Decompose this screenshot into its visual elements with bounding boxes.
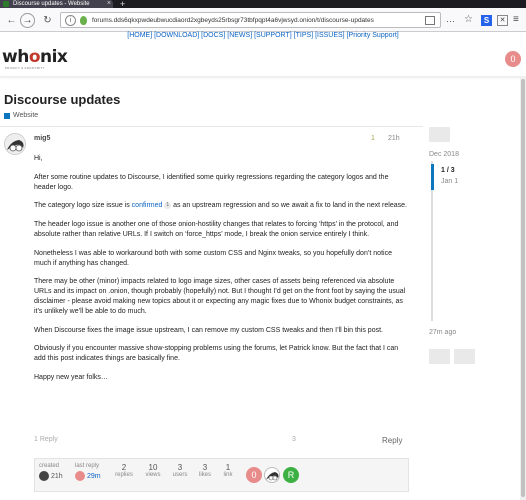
tm-last-reply: last reply 29m: [75, 463, 101, 481]
post-paragraph: Happy new year folks…: [34, 373, 108, 381]
whonix-logo[interactable]: whonix PRIVACY & ANONYMITY: [2, 48, 82, 70]
logo-o: o: [28, 47, 41, 67]
post-paragraph: After some routine updates to Discourse,…: [34, 173, 389, 191]
site-header: whonix PRIVACY & ANONYMITY 0: [0, 43, 526, 77]
views-label: views: [145, 472, 161, 478]
url-text[interactable]: forums.dds6qkxpwdeubwucdiaord2xgbeyds25r…: [92, 17, 425, 24]
category-badge[interactable]: Website: [4, 112, 38, 119]
show-replies-button[interactable]: 1 Reply: [34, 436, 58, 443]
created-time[interactable]: 21h: [51, 473, 63, 480]
timeline-position: 1 / 3: [441, 167, 455, 174]
last-reply-time[interactable]: 29m: [87, 473, 101, 480]
post-paragraph: Obviously if you encounter massive show-…: [34, 345, 399, 363]
back-button[interactable]: ←: [4, 13, 19, 28]
participant-avatar[interactable]: 0: [246, 467, 262, 483]
replies-label: replies: [115, 472, 133, 478]
tm-replies: 2 replies: [115, 463, 133, 478]
logo-suffix: nix: [40, 47, 68, 67]
info-icon[interactable]: i: [65, 14, 76, 26]
tab-close-icon[interactable]: ×: [107, 0, 111, 8]
link-tips[interactable]: [TIPS]: [294, 32, 313, 39]
topic-map: created 21h last reply 29m 2 replies 10 …: [34, 458, 409, 492]
likes-count: 3: [202, 463, 208, 472]
title-divider: [0, 126, 423, 127]
timeline-position-date: Jan 1: [441, 178, 459, 185]
likes-label: likes: [198, 472, 211, 478]
post-body: Hi, After some routine updates to Discou…: [34, 154, 409, 392]
hamburger-menu-icon[interactable]: ≡: [513, 14, 519, 25]
forward-button[interactable]: →: [20, 13, 35, 28]
timeline-last-ago[interactable]: 27m ago: [429, 329, 456, 336]
like-count[interactable]: 3: [292, 436, 296, 443]
timeline-button[interactable]: [429, 349, 450, 364]
links-label: link: [223, 472, 233, 478]
views-count: 10: [148, 463, 158, 472]
links-count: 1: [225, 463, 231, 472]
post-paragraph: There may be other (minor) impacts relat…: [34, 278, 406, 315]
link-news[interactable]: [NEWS]: [227, 32, 252, 39]
reload-button[interactable]: ↻: [40, 13, 55, 28]
post-paragraph: Hi,: [34, 155, 43, 162]
created-label: created: [39, 463, 60, 469]
timeline-start-date[interactable]: Dec 2018: [429, 151, 459, 158]
replies-count: 2: [121, 463, 127, 472]
timeline-button[interactable]: [454, 349, 475, 364]
created-avatar[interactable]: [39, 471, 49, 481]
participant-avatar[interactable]: R: [283, 467, 299, 483]
reply-button[interactable]: Reply: [382, 436, 402, 445]
users-label: users: [172, 472, 188, 478]
tab-title: Discourse updates - Website: [13, 1, 90, 7]
link-docs[interactable]: [DOCS]: [201, 32, 225, 39]
site-link-bar: [HOME] [DOWNLOAD] [DOCS] [NEWS] [SUPPORT…: [0, 32, 526, 43]
post-time[interactable]: 21h: [388, 135, 400, 142]
post-author-avatar[interactable]: [4, 133, 26, 155]
link-download[interactable]: [DOWNLOAD]: [154, 32, 199, 39]
tab-favicon-icon: [3, 1, 9, 7]
users-count: 3: [177, 463, 183, 472]
post-paragraph: When Discourse fixes the image issue ups…: [34, 326, 383, 334]
extension-s-icon[interactable]: S: [481, 15, 492, 26]
bookmark-star-icon[interactable]: ☆: [464, 14, 473, 25]
reader-view-icon[interactable]: [425, 15, 435, 25]
last-reply-label: last reply: [75, 463, 100, 469]
tm-created: created 21h: [39, 463, 63, 481]
logo-prefix: wh: [2, 47, 29, 67]
navigation-bar: ← → ↻ i forums.dds6qkxpwdeubwucdiaord2xg…: [0, 8, 526, 32]
category-color-swatch: [4, 112, 10, 119]
category-name: Website: [13, 112, 39, 119]
url-bar[interactable]: i forums.dds6qkxpwdeubwucdiaord2xgbeyds2…: [60, 12, 441, 28]
confirmed-link[interactable]: confirmed: [132, 202, 163, 209]
tm-links: 1 link: [221, 463, 235, 478]
timeline-handle[interactable]: [431, 164, 434, 190]
post-username[interactable]: mig5: [34, 135, 50, 142]
post-paragraph: The header logo issue is another one of …: [34, 221, 399, 238]
scrollbar-thumb[interactable]: [521, 79, 525, 497]
post-edit-count[interactable]: 1: [371, 135, 375, 142]
page-scrollbar[interactable]: [520, 77, 526, 500]
post-paragraph-logo: The category logo size issue is confirme…: [34, 202, 407, 210]
last-reply-avatar[interactable]: [75, 471, 85, 481]
user-avatar[interactable]: 0: [505, 51, 521, 67]
post-paragraph: Nonetheless I was able to workaround bot…: [34, 249, 392, 267]
link-home[interactable]: [HOME]: [127, 32, 152, 39]
page-actions-icon[interactable]: ⋯: [446, 16, 455, 27]
link-priority-support[interactable]: [Priority Support]: [347, 32, 399, 39]
logo-subtitle: PRIVACY & ANONYMITY: [5, 66, 45, 70]
tm-users: 3 users: [171, 463, 189, 478]
timeline-top-button[interactable]: [429, 127, 450, 142]
link-support[interactable]: [SUPPORT]: [254, 32, 292, 39]
tm-likes: 3 likes: [197, 463, 213, 478]
onion-icon[interactable]: [80, 15, 87, 25]
link-issues[interactable]: [ISSUES]: [315, 32, 345, 39]
tab-bar: Discourse updates - Website × +: [0, 0, 526, 9]
tm-views: 10 views: [143, 463, 163, 478]
participant-avatar[interactable]: [264, 467, 280, 483]
topic-title[interactable]: Discourse updates: [4, 92, 120, 107]
noscript-icon[interactable]: ✕: [497, 15, 508, 26]
tab-discourse-updates[interactable]: Discourse updates - Website ×: [0, 0, 113, 8]
